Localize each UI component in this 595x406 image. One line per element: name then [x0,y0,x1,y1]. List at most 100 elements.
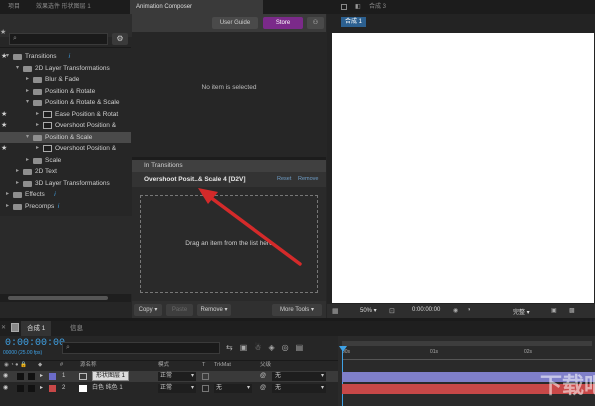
mode-select[interactable]: 正常 ▾ [158,384,196,393]
chevron-down-icon[interactable]: ▾ [26,132,29,143]
layer-name[interactable]: 形状图层 1 [92,371,130,381]
layer-name[interactable]: 白色 纯色 1 [92,383,123,394]
star-icon[interactable]: ★ [1,109,7,120]
tree-item[interactable]: ▾ 2D Layer Transformations [0,63,131,74]
tab-animation-composer[interactable]: Animation Composer [130,0,263,14]
tree-item[interactable]: ▸ 2D Text [0,166,131,177]
tree-item[interactable]: ▾ Position & Scale [0,131,131,143]
info-icon[interactable]: i [54,189,55,200]
chevron-right-icon[interactable]: ▸ [26,74,29,85]
preserve-transparency-toggle[interactable] [202,373,209,380]
camera-icon[interactable]: ◉ [453,307,458,314]
tree-item[interactable]: ▸ Effects i [0,189,131,200]
chevron-right-icon[interactable]: ▸ [40,371,43,382]
draft-3d-icon[interactable]: ▣ [240,343,255,352]
viewer-timecode[interactable]: 0:00:00:00 [412,307,440,313]
quality-select[interactable]: 完整 ▾ [513,307,530,316]
label-color[interactable] [49,385,56,392]
info-icon[interactable]: i [58,201,59,212]
timeline-tab-comp1[interactable]: 合成 1 [21,321,52,336]
star-icon[interactable]: ★ [0,28,7,38]
gear-icon[interactable]: ⚙ [112,33,128,45]
chevron-right-icon[interactable]: ▸ [16,178,19,189]
label-color[interactable] [49,373,56,380]
tree-item[interactable]: ▸ Position & Rotate [0,86,131,97]
chevron-down-icon[interactable]: ▾ [26,97,29,108]
trkmat-select[interactable]: 无 ▾ [214,384,252,393]
comp-tab[interactable]: 合成 1 [341,17,367,27]
star-icon[interactable]: ★ [1,120,7,131]
lock-toggle[interactable] [28,373,35,380]
layer-search-input[interactable]: ⌕ [62,342,220,354]
eye-icon[interactable]: ◉ [3,371,8,382]
comp-flowchart-icon[interactable]: ⇆ [226,343,240,352]
remove-button[interactable]: Remove ▾ [197,304,231,316]
tree-item[interactable]: ▸ Scale [0,155,131,166]
account-icon[interactable]: ⚇ [307,17,324,29]
graph-editor-icon[interactable]: ▤ [296,343,311,352]
col-name[interactable]: 源名称 [80,361,97,370]
region-icon[interactable]: ▣ [551,307,557,314]
zoom-select[interactable]: 50% ▾ [360,307,377,314]
tree-item[interactable]: ★ ▸ Overshoot Position & [0,120,131,131]
transparency-icon[interactable]: ▩ [569,307,575,314]
search-input[interactable]: ⌕ [9,33,108,45]
tree-item[interactable]: ▸ Blur & Fade [0,74,131,85]
lock-toggle[interactable] [28,385,35,392]
copy-button[interactable]: Copy ▾ [134,304,162,316]
solo-toggle[interactable] [17,385,24,392]
horizontal-scrollbar[interactable] [0,294,131,302]
tree-item[interactable]: ▾ Position & Rotate & Scale [0,97,131,108]
pickwhip-icon[interactable]: @ [260,371,266,382]
paste-button[interactable]: Paste [166,304,193,316]
info-icon[interactable]: i [69,51,70,62]
chevron-right-icon[interactable]: ▸ [36,143,39,154]
tree-item[interactable]: ★ ▸ Ease Position & Rotat [0,109,131,120]
tree-item[interactable]: ★ ▾ Transitions i [0,51,131,62]
tree-item[interactable]: ★ ▸ Overshoot Position & [0,143,131,154]
chevron-right-icon[interactable]: ▸ [6,201,9,212]
playhead-handle[interactable] [339,346,347,352]
pickwhip-icon[interactable]: @ [260,383,266,394]
solo-toggle[interactable] [17,373,24,380]
layer-row[interactable]: ◉ ▸ 2 白色 纯色 1 正常 ▾ 无 ▾ @ 无 ▾ [0,383,338,394]
chevron-down-icon[interactable]: ▾ [16,63,19,74]
work-area-bar[interactable] [342,341,592,346]
chevron-right-icon[interactable]: ▸ [26,155,29,166]
close-icon[interactable]: ✕ [1,324,6,331]
frame-blend-icon[interactable]: ◈ [268,343,281,352]
fit-icon[interactable]: ⊡ [389,307,395,315]
timecode[interactable]: 0:00:00:00 [5,338,65,349]
star-icon[interactable]: ★ [1,143,7,154]
chevron-right-icon[interactable]: ▸ [40,383,43,394]
chevron-right-icon[interactable]: ▸ [36,120,39,131]
tree-item[interactable]: ▸ 3D Layer Transformations [0,178,131,189]
chevron-down-icon[interactable]: ▾ [6,51,9,62]
tree-item[interactable]: ▸ Precomps i [0,201,131,212]
store-button[interactable]: Store [263,17,303,29]
chevron-right-icon[interactable]: ▸ [6,189,9,200]
chevron-right-icon[interactable]: ▸ [26,86,29,97]
mode-select[interactable]: 正常 ▾ [158,372,196,381]
time-ruler[interactable]: 00s 01s 02s [342,348,592,360]
composition-canvas[interactable] [332,33,594,303]
tab-project[interactable]: 项目 [2,0,26,14]
timeline-tab-info[interactable]: 信息 [64,321,89,336]
parent-select[interactable]: 无 ▾ [272,372,326,381]
scrollbar-thumb[interactable] [8,296,108,300]
color-icon[interactable]: ◑ [467,307,471,313]
layer-row[interactable]: ◉ ▸ 1 形状图层 1 正常 ▾ @ 无 ▾ [0,371,338,382]
eye-icon[interactable]: ◉ [3,383,8,394]
preserve-transparency-toggle[interactable] [202,385,209,392]
tab-composition[interactable]: 合成 3 [363,0,392,14]
chevron-right-icon[interactable]: ▸ [16,166,19,177]
chevron-right-icon[interactable]: ▸ [36,109,39,120]
grid-icon[interactable]: ▦ [332,307,339,315]
parent-select[interactable]: 无 ▾ [272,384,326,393]
motion-blur-icon[interactable]: ◎ [282,343,296,352]
tab-effect-controls[interactable]: 效果选件 形状图层 1 [30,0,97,14]
shy-icon[interactable]: ☃ [254,343,268,352]
user-guide-button[interactable]: User Guide [212,17,258,29]
more-tools-button[interactable]: More Tools ▾ [272,304,322,316]
lock-icon[interactable] [341,4,347,10]
